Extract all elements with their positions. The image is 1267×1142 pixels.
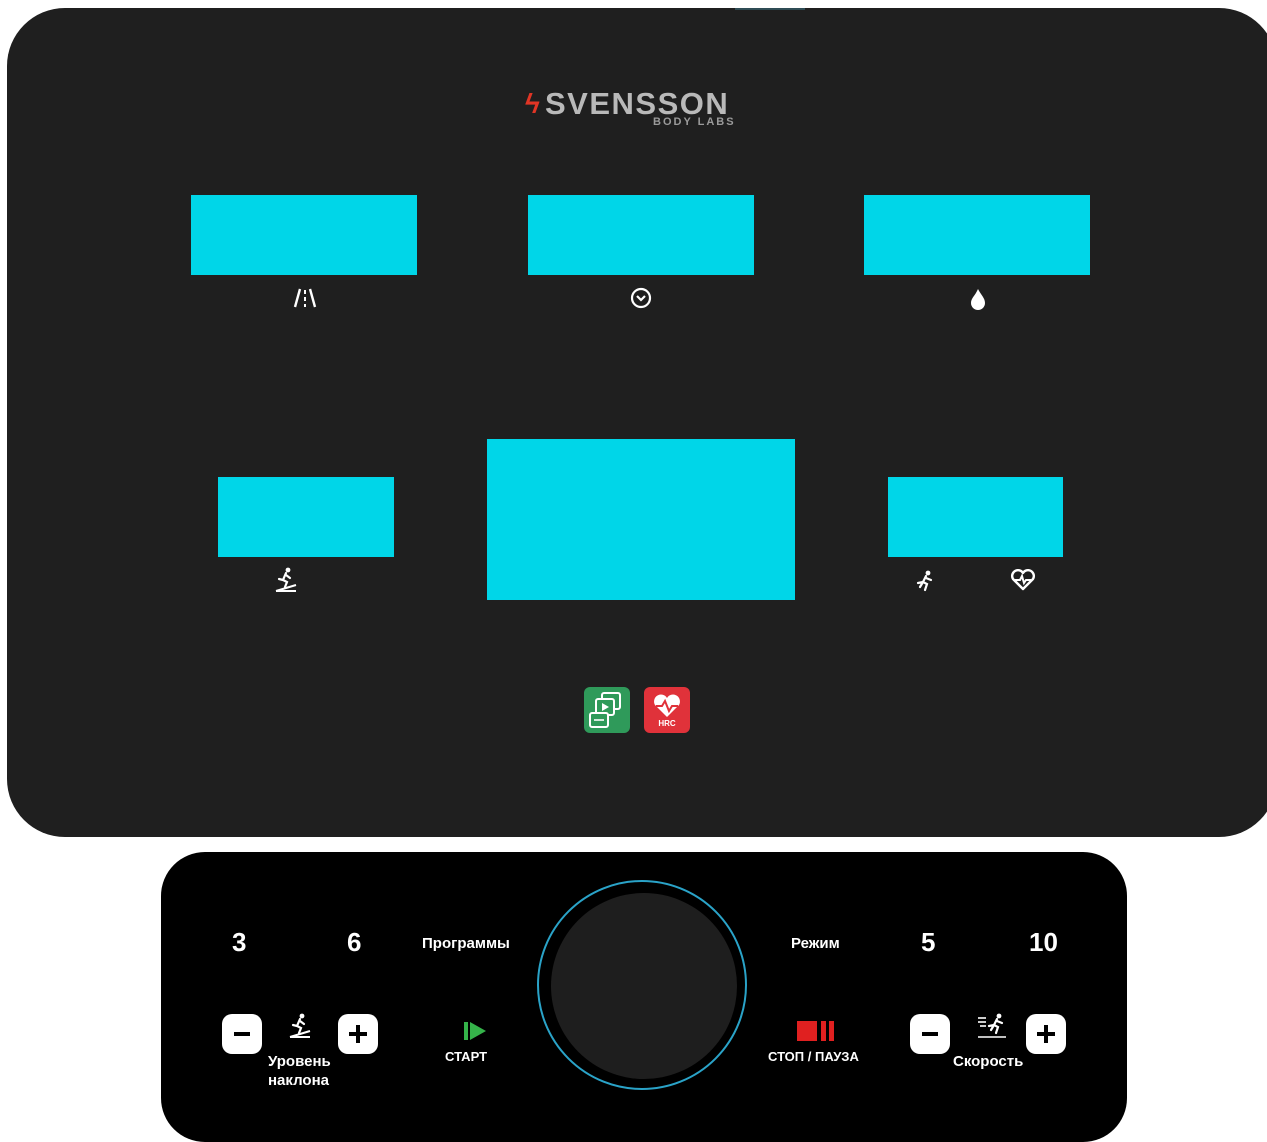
incline-label-line2: наклона: [268, 1072, 329, 1089]
distance-icon: [290, 285, 320, 311]
control-knob[interactable]: [551, 893, 737, 1079]
stop-pause-label: СТОП / ПАУЗА: [768, 1049, 859, 1064]
start-button[interactable]: [460, 1020, 490, 1042]
heart-rate-icon: [1008, 567, 1038, 593]
display-console: [7, 8, 1267, 837]
incline-display: [218, 477, 394, 557]
programs-app-button[interactable]: [584, 687, 630, 733]
speed-label: Скорость: [953, 1053, 1024, 1070]
speed-quick-5[interactable]: 5: [921, 927, 935, 958]
plus-icon: [349, 1025, 367, 1043]
mode-button[interactable]: Режим: [791, 935, 840, 952]
minus-icon: [922, 1032, 938, 1036]
speed-quick-10[interactable]: 10: [1029, 927, 1058, 958]
calories-display: [864, 195, 1090, 275]
incline-label-line1: Уровень: [268, 1053, 331, 1070]
programs-button[interactable]: Программы: [422, 935, 510, 952]
incline-quick-6[interactable]: 6: [347, 927, 361, 958]
stop-pause-icon: [797, 1021, 834, 1041]
brand-logo: ϟ SVENSSON BODY LABS: [525, 86, 765, 132]
bolt-icon: ϟ: [525, 88, 540, 119]
top-edge-mark: [735, 8, 805, 10]
programs-app-icon: [589, 692, 621, 728]
incline-icon: [272, 566, 300, 594]
stop-pause-button[interactable]: [796, 1020, 836, 1042]
incline-icon: [286, 1012, 314, 1040]
speed-plus-button[interactable]: [1026, 1014, 1066, 1054]
plus-icon: [1037, 1025, 1055, 1043]
calories-icon: [966, 286, 990, 312]
brand-subtitle: BODY LABS: [653, 116, 736, 128]
incline-plus-button[interactable]: [338, 1014, 378, 1054]
speed-heart-rate-display: [888, 477, 1063, 557]
hrc-app-button[interactable]: HRC: [644, 687, 690, 733]
start-label: СТАРТ: [445, 1049, 488, 1064]
time-icon: [628, 286, 654, 310]
play-icon: [464, 1022, 486, 1040]
speed-runner-icon: [975, 1012, 1009, 1040]
incline-minus-button[interactable]: [222, 1014, 262, 1054]
minus-icon: [234, 1032, 250, 1036]
main-display: [487, 439, 795, 600]
speed-icon: [912, 568, 938, 594]
hrc-label: HRC: [658, 719, 676, 728]
speed-minus-button[interactable]: [910, 1014, 950, 1054]
incline-quick-3[interactable]: 3: [232, 927, 246, 958]
distance-display: [191, 195, 417, 275]
time-display: [528, 195, 754, 275]
